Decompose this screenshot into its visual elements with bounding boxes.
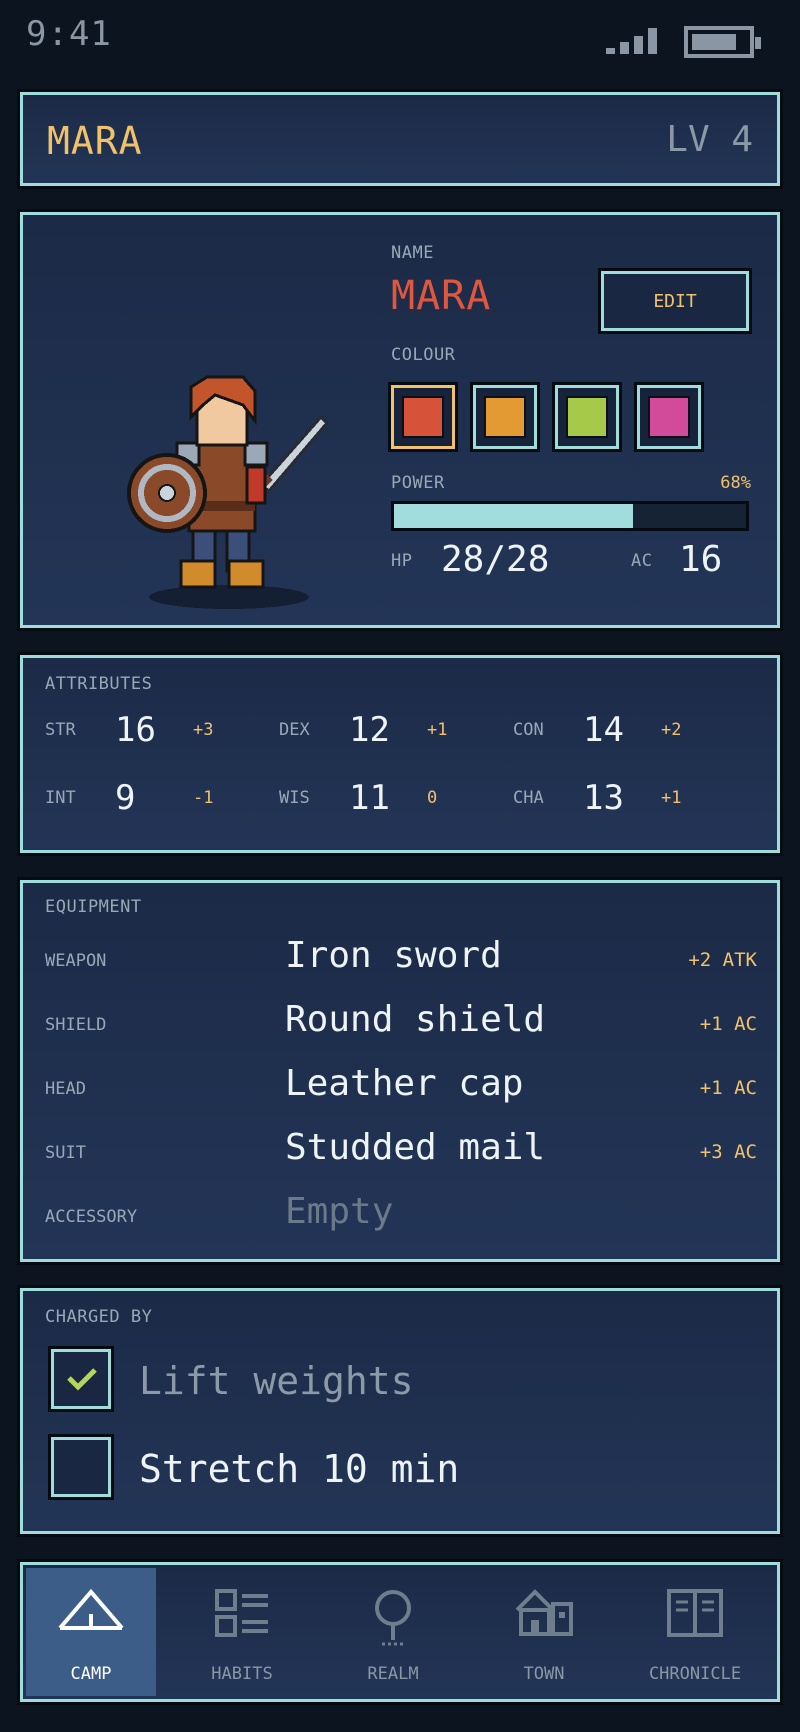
attribute-modifier: +2 <box>661 720 682 740</box>
nav-label: REALM <box>367 1664 419 1684</box>
bottom-nav: CAMP HABITS REALM TOWN CHRONICLE <box>17 1559 783 1705</box>
equipment-item: Iron sword <box>285 935 502 976</box>
attribute-dex: DEX 12 +1 <box>279 710 519 750</box>
nav-habits[interactable]: HABITS <box>177 1568 307 1696</box>
habit-label: Lift weights <box>139 1359 414 1403</box>
attribute-value: 16 <box>115 710 156 750</box>
equipment-slot: WEAPON <box>45 951 107 971</box>
attribute-key: CHA <box>513 788 544 808</box>
equipment-row[interactable]: WEAPON Iron sword +2 ATK <box>45 935 757 987</box>
character-name: MARA <box>391 273 492 319</box>
attribute-str: STR 16 +3 <box>45 710 285 750</box>
attribute-key: INT <box>45 788 76 808</box>
nav-label: CAMP <box>70 1664 112 1684</box>
power-bar <box>391 501 749 531</box>
habit-checkbox[interactable] <box>48 1434 114 1500</box>
attribute-key: STR <box>45 720 76 740</box>
equipment-panel: EQUIPMENT WEAPON Iron sword +2 ATK SHIELD Ro… <box>17 877 783 1265</box>
nav-label: CHRONICLE <box>648 1664 742 1684</box>
equipment-title: EQUIPMENT <box>45 897 142 917</box>
equipment-bonus: +1 AC <box>699 1077 757 1099</box>
equipment-bonus: +2 ATK <box>688 949 757 971</box>
nav-realm[interactable]: REALM <box>328 1568 458 1696</box>
attribute-value: 9 <box>115 778 136 818</box>
character-panel: NAME MARA EDIT COLOUR POWER 68% HP 28/28… <box>17 209 783 631</box>
name-label: NAME <box>391 243 434 263</box>
equipment-item: Leather cap <box>285 1063 524 1104</box>
habit-item[interactable]: Stretch 10 min <box>48 1434 691 1501</box>
attribute-modifier: +3 <box>193 720 214 740</box>
equipment-slot: SHIELD <box>45 1015 107 1035</box>
power-label: POWER <box>391 473 445 493</box>
header-character-name: MARA <box>47 119 143 163</box>
attribute-value: 11 <box>349 778 390 818</box>
equipment-row[interactable]: SHIELD Round shield +1 AC <box>45 999 757 1051</box>
attribute-con: CON 14 +2 <box>513 710 753 750</box>
camp-icon <box>58 1588 124 1644</box>
habit-item[interactable]: Lift weights <box>48 1346 691 1413</box>
attribute-int: INT 9 -1 <box>45 778 285 818</box>
attribute-key: WIS <box>279 788 310 808</box>
edit-button[interactable]: EDIT <box>598 268 752 334</box>
hp-value: 28/28 <box>441 539 550 580</box>
attributes-title: ATTRIBUTES <box>45 674 153 694</box>
charged-by-panel: CHARGED BY Lift weights Stretch 10 min <box>17 1285 783 1537</box>
colour-swatch[interactable] <box>388 382 458 452</box>
status-bar: 9:41 <box>0 0 800 80</box>
attribute-value: 12 <box>349 710 390 750</box>
equipment-row[interactable]: HEAD Leather cap +1 AC <box>45 1063 757 1115</box>
attribute-value: 13 <box>583 778 624 818</box>
charged-by-title: CHARGED BY <box>45 1307 153 1327</box>
equipment-item: Empty <box>285 1191 394 1232</box>
town-icon <box>515 1588 573 1642</box>
colour-swatch[interactable] <box>552 382 622 452</box>
attribute-modifier: -1 <box>193 788 214 808</box>
attribute-modifier: +1 <box>661 788 682 808</box>
habits-icon <box>214 1588 270 1644</box>
equipment-row[interactable]: ACCESSORY Empty <box>45 1191 757 1243</box>
equipment-bonus: +1 AC <box>699 1013 757 1035</box>
equipment-slot: HEAD <box>45 1079 86 1099</box>
attributes-panel: ATTRIBUTES STR 16 +3 DEX 12 +1 CON 14 +2 INT 9 -1 WI… <box>17 652 783 856</box>
nav-label: TOWN <box>523 1664 565 1684</box>
attribute-cha: CHA 13 +1 <box>513 778 753 818</box>
character-header: MARA LV 4 <box>17 89 783 189</box>
ac-label: AC <box>631 551 653 571</box>
habit-label: Stretch 10 min <box>139 1447 460 1491</box>
equipment-bonus: +3 AC <box>699 1141 757 1163</box>
equipment-slot: ACCESSORY <box>45 1207 138 1227</box>
hp-label: HP <box>391 551 413 571</box>
signal-icon <box>606 28 662 54</box>
habit-checkbox[interactable] <box>48 1346 114 1412</box>
attribute-wis: WIS 11 0 <box>279 778 519 818</box>
colour-swatch[interactable] <box>634 382 704 452</box>
colour-label: COLOUR <box>391 345 456 365</box>
equipment-slot: SUIT <box>45 1143 86 1163</box>
attribute-value: 14 <box>583 710 624 750</box>
power-bar-fill <box>394 504 634 528</box>
nav-camp[interactable]: CAMP <box>26 1568 156 1696</box>
equipment-item: Round shield <box>285 999 546 1040</box>
nav-chronicle[interactable]: CHRONICLE <box>630 1568 760 1696</box>
chronicle-icon <box>666 1588 724 1642</box>
power-percent: 68% <box>720 473 751 493</box>
colour-swatch[interactable] <box>470 382 540 452</box>
ac-value: 16 <box>679 539 723 580</box>
nav-label: HABITS <box>211 1664 273 1684</box>
character-level: LV 4 <box>666 119 753 160</box>
check-icon <box>67 1368 97 1391</box>
attribute-key: DEX <box>279 720 310 740</box>
nav-town[interactable]: TOWN <box>479 1568 609 1696</box>
attribute-modifier: 0 <box>427 788 438 808</box>
battery-icon <box>684 26 761 58</box>
equipment-row[interactable]: SUIT Studded mail +3 AC <box>45 1127 757 1179</box>
attribute-key: CON <box>513 720 544 740</box>
equipment-item: Studded mail <box>285 1127 546 1168</box>
realm-icon <box>368 1588 418 1652</box>
status-time: 9:41 <box>26 14 112 54</box>
attribute-modifier: +1 <box>427 720 448 740</box>
character-sprite <box>127 375 330 609</box>
